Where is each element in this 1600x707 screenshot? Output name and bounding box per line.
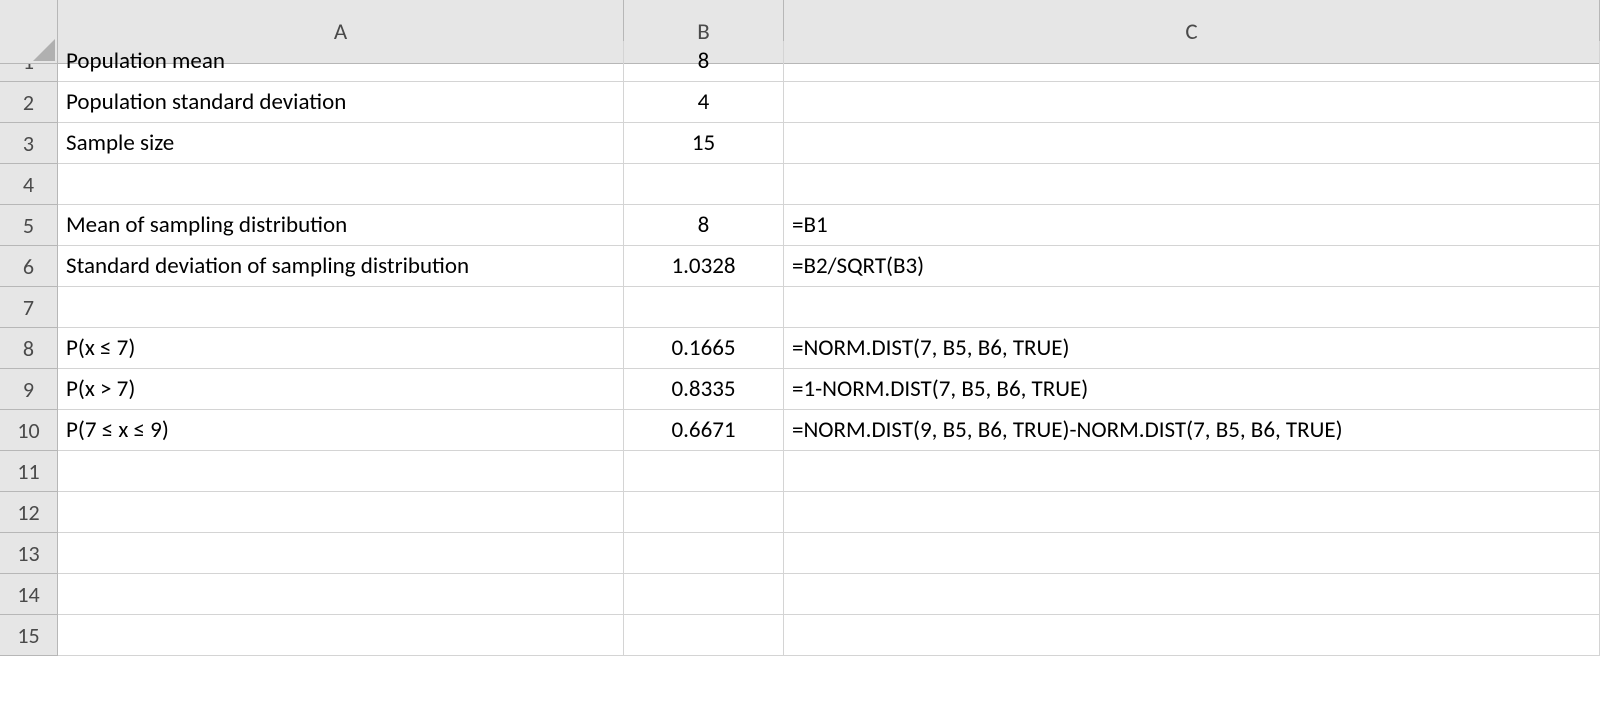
cell-value: P(x ≤ 7) <box>66 334 135 362</box>
row-header[interactable]: 13 <box>0 533 58 574</box>
cell-A15[interactable] <box>58 615 624 656</box>
cell-A12[interactable] <box>58 492 624 533</box>
cell-C7[interactable] <box>784 287 1600 328</box>
cell-B5[interactable]: 8 <box>624 205 784 246</box>
row-header[interactable]: 2 <box>0 82 58 123</box>
select-all-corner[interactable] <box>0 0 58 64</box>
row-header[interactable]: 9 <box>0 369 58 410</box>
cell-A4[interactable] <box>58 164 624 205</box>
cell-B11[interactable] <box>624 451 784 492</box>
cell-value: Population mean <box>66 47 225 75</box>
cell-C5[interactable]: =B1 <box>784 205 1600 246</box>
cell-value: Standard deviation of sampling distribut… <box>66 252 469 280</box>
cell-C14[interactable] <box>784 574 1600 615</box>
cell-A14[interactable] <box>58 574 624 615</box>
cell-B15[interactable] <box>624 615 784 656</box>
cell-A7[interactable] <box>58 287 624 328</box>
cell-B2[interactable]: 4 <box>624 82 784 123</box>
row-header[interactable]: 7 <box>0 287 58 328</box>
row-header[interactable]: 10 <box>0 410 58 451</box>
cell-A9[interactable]: P(x > 7) <box>58 369 624 410</box>
cell-value: 1.0328 <box>671 252 735 280</box>
cell-A3[interactable]: Sample size <box>58 123 624 164</box>
cell-value: Population standard deviation <box>66 88 346 116</box>
cell-B9[interactable]: 0.8335 <box>624 369 784 410</box>
cell-value: 0.6671 <box>671 416 735 444</box>
row-header[interactable]: 12 <box>0 492 58 533</box>
cell-B3[interactable]: 15 <box>624 123 784 164</box>
cell-value: P(7 ≤ x ≤ 9) <box>66 416 169 444</box>
cell-B4[interactable] <box>624 164 784 205</box>
row-header[interactable]: 8 <box>0 328 58 369</box>
row-header[interactable]: 11 <box>0 451 58 492</box>
cell-B7[interactable] <box>624 287 784 328</box>
cell-B6[interactable]: 1.0328 <box>624 246 784 287</box>
cell-C1[interactable] <box>784 41 1600 82</box>
cell-A11[interactable] <box>58 451 624 492</box>
cell-A2[interactable]: Population standard deviation <box>58 82 624 123</box>
cell-C9[interactable]: =1-NORM.DIST(7, B5, B6, TRUE) <box>784 369 1600 410</box>
cell-C10[interactable]: =NORM.DIST(9, B5, B6, TRUE)-NORM.DIST(7,… <box>784 410 1600 451</box>
cell-C15[interactable] <box>784 615 1600 656</box>
row-header[interactable]: 14 <box>0 574 58 615</box>
cell-value: 8 <box>698 47 710 75</box>
cell-A10[interactable]: P(7 ≤ x ≤ 9) <box>58 410 624 451</box>
cell-value: 15 <box>692 129 715 157</box>
cell-C8[interactable]: =NORM.DIST(7, B5, B6, TRUE) <box>784 328 1600 369</box>
cell-A8[interactable]: P(x ≤ 7) <box>58 328 624 369</box>
select-all-triangle-icon <box>33 39 55 61</box>
row-header[interactable]: 15 <box>0 615 58 656</box>
cell-value: 0.8335 <box>671 375 735 403</box>
row-header[interactable]: 4 <box>0 164 58 205</box>
cell-B14[interactable] <box>624 574 784 615</box>
cell-B12[interactable] <box>624 492 784 533</box>
cell-A1[interactable]: Population mean <box>58 41 624 82</box>
cell-value: Sample size <box>66 129 174 157</box>
cell-B13[interactable] <box>624 533 784 574</box>
cell-value: =B1 <box>792 211 828 239</box>
cell-value: =B2/SQRT(B3) <box>792 252 924 280</box>
cell-B10[interactable]: 0.6671 <box>624 410 784 451</box>
cell-A13[interactable] <box>58 533 624 574</box>
cell-value: =NORM.DIST(9, B5, B6, TRUE)-NORM.DIST(7,… <box>792 416 1343 444</box>
cell-A5[interactable]: Mean of sampling distribution <box>58 205 624 246</box>
row-header[interactable]: 6 <box>0 246 58 287</box>
cell-value: 0.1665 <box>671 334 735 362</box>
cell-B1[interactable]: 8 <box>624 41 784 82</box>
cell-value: =1-NORM.DIST(7, B5, B6, TRUE) <box>792 375 1088 403</box>
cell-C3[interactable] <box>784 123 1600 164</box>
cell-C12[interactable] <box>784 492 1600 533</box>
cell-A6[interactable]: Standard deviation of sampling distribut… <box>58 246 624 287</box>
spreadsheet-grid[interactable]: A B C 1 Population mean 8 2 Population s… <box>0 0 1600 656</box>
cell-value: P(x > 7) <box>66 375 135 403</box>
cell-value: Mean of sampling distribution <box>66 211 347 239</box>
cell-C11[interactable] <box>784 451 1600 492</box>
row-header[interactable]: 5 <box>0 205 58 246</box>
cell-value: 4 <box>698 88 710 116</box>
cell-C2[interactable] <box>784 82 1600 123</box>
cell-C6[interactable]: =B2/SQRT(B3) <box>784 246 1600 287</box>
row-header[interactable]: 3 <box>0 123 58 164</box>
cell-C13[interactable] <box>784 533 1600 574</box>
cell-B8[interactable]: 0.1665 <box>624 328 784 369</box>
cell-C4[interactable] <box>784 164 1600 205</box>
cell-value: =NORM.DIST(7, B5, B6, TRUE) <box>792 334 1070 362</box>
cell-value: 8 <box>698 211 710 239</box>
